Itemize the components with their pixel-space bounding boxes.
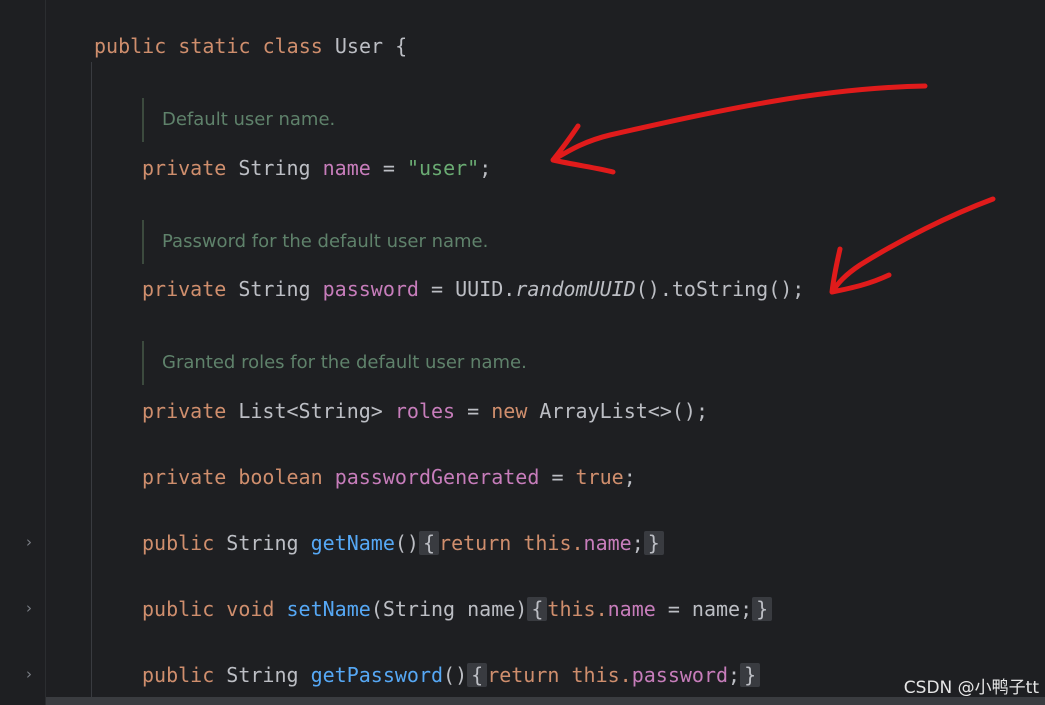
annotation-overlay [550,83,996,295]
red-arrow-icon [550,83,928,175]
red-arrow-icon [829,196,996,295]
watermark-text: CSDN @小鸭子tt [903,678,1039,698]
